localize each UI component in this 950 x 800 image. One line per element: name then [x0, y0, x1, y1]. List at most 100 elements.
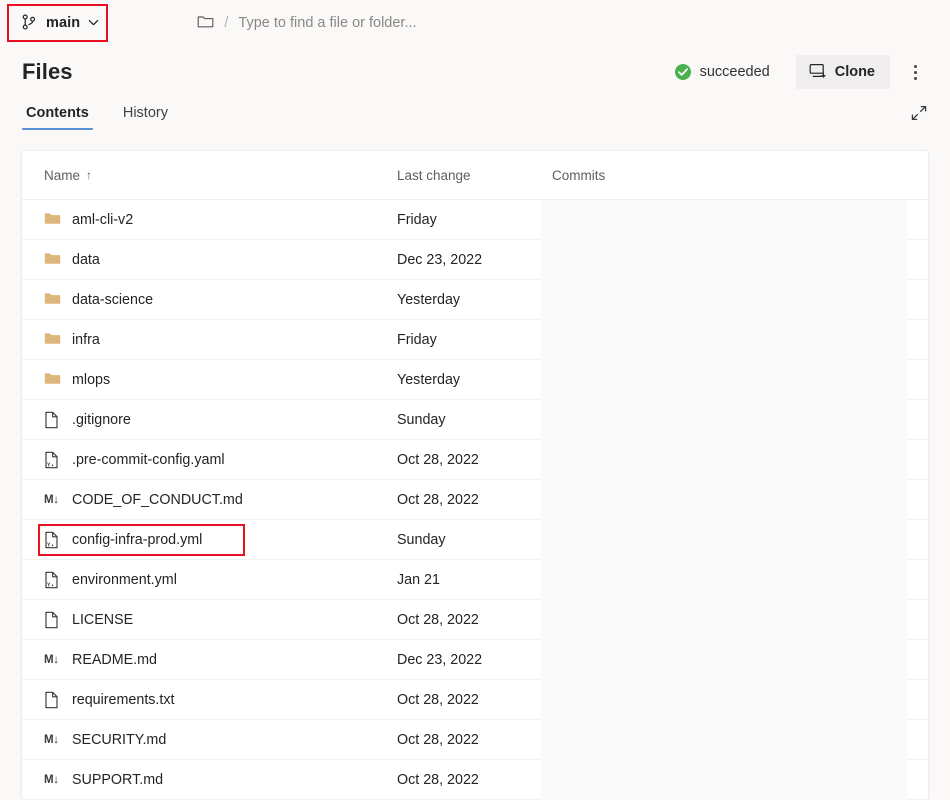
table-row[interactable]: Yenvironment.ymlJan 21 [22, 560, 928, 600]
folder-outline-icon[interactable] [197, 14, 214, 32]
cell-last-change: Oct 28, 2022 [397, 480, 552, 519]
cell-commits [552, 200, 928, 239]
table-row[interactable]: M↓README.mdDec 23, 2022 [22, 640, 928, 680]
cell-name[interactable]: Yconfig-infra-prod.yml [22, 520, 397, 559]
column-header-commits[interactable]: Commits [552, 168, 928, 183]
cell-last-change: Sunday [397, 520, 552, 559]
cell-last-change: Jan 21 [397, 560, 552, 599]
page-header: Files succeeded Clone [0, 50, 950, 94]
file-name-label: CODE_OF_CONDUCT.md [72, 492, 243, 508]
cell-commits [552, 360, 928, 399]
table-row[interactable]: M↓SECURITY.mdOct 28, 2022 [22, 720, 928, 760]
table-row[interactable]: M↓ CODE_OF_CONDUCT.md Oct 28, 2022 [22, 480, 928, 520]
cell-name[interactable]: requirements.txt [22, 680, 397, 719]
cell-name[interactable]: data [22, 240, 397, 279]
table-row[interactable]: Y.pre-commit-config.yamlOct 28, 2022 [22, 440, 928, 480]
tab-bar: Contents History [0, 94, 950, 130]
table-row[interactable]: M↓SUPPORT.mdOct 28, 2022 [22, 760, 928, 800]
tab-contents[interactable]: Contents [22, 105, 93, 130]
cell-last-change: Yesterday [397, 360, 552, 399]
file-markdown-icon: M↓ [44, 774, 61, 786]
table-row[interactable]: requirements.txt Oct 28, 2022 [22, 680, 928, 720]
cell-name[interactable]: LICENSE [22, 600, 397, 639]
cell-name[interactable]: M↓ README.md [22, 640, 397, 679]
status-text: succeeded [700, 64, 770, 80]
cell-name[interactable]: M↓SECURITY.md [22, 720, 397, 759]
cell-last-change: Dec 23, 2022 [397, 240, 552, 279]
status-badge: succeeded [674, 63, 770, 81]
clone-button[interactable]: Clone [796, 55, 890, 89]
file-name-label: mlops [72, 372, 110, 388]
folder-filled-icon [44, 211, 61, 229]
cell-commits [552, 640, 928, 679]
folder-filled-icon [44, 251, 61, 269]
cell-commits [552, 560, 928, 599]
table-row[interactable]: aml-cli-v2 Friday [22, 200, 928, 240]
expand-diagonal-icon[interactable] [906, 100, 932, 126]
cell-name[interactable]: .gitignore [22, 400, 397, 439]
cell-commits [552, 760, 928, 799]
file-blank-icon [44, 611, 61, 629]
file-blank-icon [44, 411, 61, 429]
page-title: Files [22, 59, 73, 85]
file-name-label: requirements.txt [72, 692, 175, 708]
cell-commits [552, 680, 928, 719]
cell-last-change: Sunday [397, 400, 552, 439]
folder-filled-icon [44, 331, 61, 349]
more-vertical-icon[interactable] [898, 57, 932, 87]
table-row[interactable]: Yconfig-infra-prod.ymlSunday [22, 520, 928, 560]
cell-name[interactable]: M↓ SUPPORT.md [22, 760, 397, 799]
table-row[interactable]: data-scienceYesterday [22, 280, 928, 320]
breadcrumb-separator: / [224, 14, 228, 31]
cell-commits [552, 440, 928, 479]
branch-selector[interactable]: main [14, 9, 109, 37]
branch-name: main [46, 15, 80, 31]
cell-name[interactable]: data-science [22, 280, 397, 319]
file-name-label: aml-cli-v2 [72, 212, 133, 228]
table-row[interactable]: dataDec 23, 2022 [22, 240, 928, 280]
cell-last-change: Friday [397, 200, 552, 239]
file-name-label: data-science [72, 292, 153, 308]
cell-name[interactable]: mlops [22, 360, 397, 399]
column-header-name[interactable]: Name ↑ [22, 168, 397, 183]
monitor-download-icon [809, 63, 826, 81]
table-row[interactable]: mlops Yesterday [22, 360, 928, 400]
file-name-label: environment.yml [72, 572, 177, 588]
sort-ascending-icon: ↑ [86, 168, 92, 182]
cell-last-change: Oct 28, 2022 [397, 680, 552, 719]
table-header-row: Name ↑ Last change Commits [22, 151, 928, 200]
cell-name[interactable]: Yenvironment.yml [22, 560, 397, 599]
svg-text:Y: Y [47, 582, 51, 588]
chevron-down-icon [87, 16, 100, 29]
file-markdown-icon: M↓ [44, 734, 61, 746]
file-markdown-icon: M↓ [44, 494, 61, 506]
file-name-label: README.md [72, 652, 157, 668]
cell-commits [552, 600, 928, 639]
cell-commits [552, 720, 928, 759]
folder-filled-icon [44, 291, 61, 309]
cell-last-change: Oct 28, 2022 [397, 440, 552, 479]
cell-name[interactable]: Y.pre-commit-config.yaml [22, 440, 397, 479]
table-body: aml-cli-v2FridaydataDec 23, 2022data-sci… [22, 200, 928, 800]
top-bar: main / [0, 0, 950, 45]
cell-last-change: Oct 28, 2022 [397, 720, 552, 759]
tab-history[interactable]: History [119, 105, 172, 130]
cell-name[interactable]: aml-cli-v2 [22, 200, 397, 239]
branch-selector-wrap: main [14, 9, 109, 37]
table-row[interactable]: LICENSEOct 28, 2022 [22, 600, 928, 640]
header-actions: succeeded Clone [674, 55, 932, 89]
cell-name[interactable]: infra [22, 320, 397, 359]
cell-commits [552, 240, 928, 279]
svg-text:Y: Y [47, 542, 51, 548]
cell-commits [552, 480, 928, 519]
table-row[interactable]: .gitignoreSunday [22, 400, 928, 440]
column-header-last-change[interactable]: Last change [397, 168, 552, 183]
file-markdown-icon: M↓ [44, 654, 61, 666]
file-blank-icon [44, 691, 61, 709]
file-search-input[interactable] [238, 15, 568, 31]
file-name-label: SUPPORT.md [72, 772, 163, 788]
cell-name[interactable]: M↓ CODE_OF_CONDUCT.md [22, 480, 397, 519]
clone-button-label: Clone [835, 64, 875, 80]
breadcrumb: / [197, 14, 568, 32]
table-row[interactable]: infraFriday [22, 320, 928, 360]
